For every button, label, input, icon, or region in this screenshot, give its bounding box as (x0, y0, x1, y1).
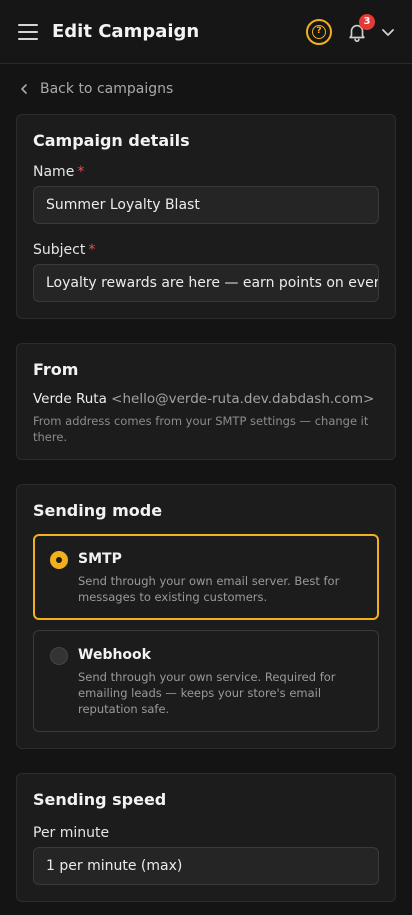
subject-label: Subject * (33, 242, 379, 258)
sending-mode-option-webhook[interactable]: Webhook Send through your own service. R… (33, 630, 379, 732)
subject-label-text: Subject (33, 242, 86, 258)
radio-webhook[interactable] (50, 647, 68, 665)
per-minute-label: Per minute (33, 825, 110, 841)
option-title: Webhook (78, 647, 151, 663)
subject-input[interactable]: Loyalty rewards are here — earn points o… (33, 264, 379, 302)
radio-smtp[interactable] (50, 551, 68, 569)
campaign-details-card: Campaign details Name * Summer Loyalty Bl… (16, 114, 396, 319)
sending-mode-option-smtp[interactable]: SMTP Send through your own email server.… (33, 534, 379, 620)
name-label: Name * (33, 164, 379, 180)
notifications-button[interactable]: 3 (346, 13, 375, 43)
page-title: Edit Campaign (52, 21, 200, 42)
campaign-details-title: Campaign details (33, 131, 190, 150)
sending-mode-title: Sending mode (33, 501, 163, 520)
chevron-left-icon (21, 84, 27, 94)
sender-line: Verde Ruta <hello@verde-ruta.dev.dabdash… (33, 391, 379, 407)
chevron-down-icon (382, 28, 394, 36)
option-title: SMTP (78, 551, 122, 567)
back-to-campaigns-link[interactable]: Back to campaigns (0, 64, 412, 114)
name-label-text: Name (33, 164, 75, 180)
name-input[interactable]: Summer Loyalty Blast (33, 186, 379, 224)
sending-speed-card: Sending speed Per minute 1 per minute (m… (16, 773, 396, 902)
notification-badge: 3 (359, 13, 375, 30)
sending-mode-card: Sending mode SMTP Send through your own … (16, 484, 396, 749)
option-description: Send through your own service. Required … (78, 670, 336, 716)
sender-email: <hello@verde-ruta.dev.dabdash.com> (111, 391, 375, 407)
from-title: From (33, 360, 79, 379)
help-icon: ? (312, 24, 326, 39)
required-mark: * (77, 164, 85, 180)
per-minute-select[interactable]: 1 per minute (max) (33, 847, 379, 885)
sending-speed-title: Sending speed (33, 790, 167, 809)
required-mark: * (88, 242, 96, 258)
menu-icon[interactable] (18, 23, 38, 40)
from-card: From Verde Ruta <hello@verde-ruta.dev.da… (16, 343, 396, 460)
top-bar: Edit Campaign ? 3 (0, 0, 412, 64)
back-link-label: Back to campaigns (40, 81, 174, 97)
option-description: Send through your own email server. Best… (78, 574, 340, 604)
from-hint: From address comes from your SMTP settin… (33, 414, 369, 444)
account-menu-button[interactable] (380, 24, 396, 40)
sender-name: Verde Ruta (33, 391, 107, 407)
help-button[interactable]: ? (306, 18, 332, 45)
